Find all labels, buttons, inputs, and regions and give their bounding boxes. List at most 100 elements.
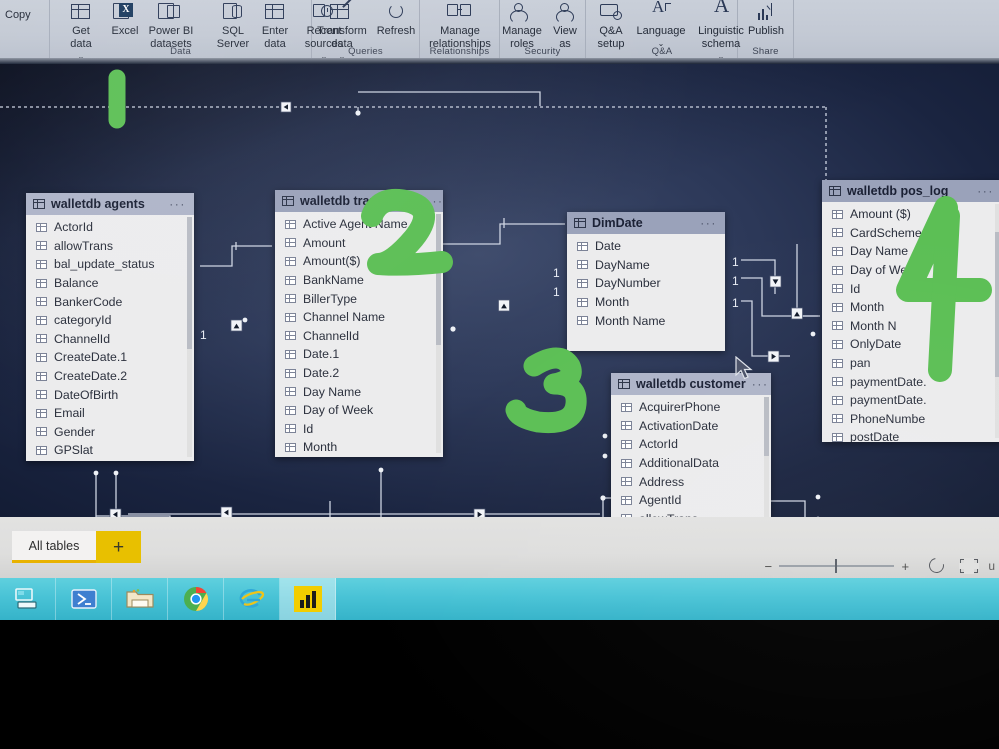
table-header-dimdate[interactable]: DimDate ···	[567, 212, 725, 234]
field-row[interactable]: Day of Week	[275, 401, 443, 420]
field-row[interactable]: allowTrans	[26, 237, 194, 256]
field-row[interactable]: ActorId	[26, 218, 194, 237]
field-label: Amount($)	[303, 254, 361, 269]
field-row[interactable]: DayNumber	[567, 274, 725, 293]
field-row[interactable]: Gender	[26, 423, 194, 442]
field-row[interactable]: BankName	[275, 271, 443, 290]
table-scrollbar[interactable]	[187, 217, 192, 457]
file-explorer-button[interactable]	[112, 578, 168, 620]
field-row[interactable]: categoryId	[26, 311, 194, 330]
field-row[interactable]: paymentDate.	[822, 372, 999, 391]
table-more-menu[interactable]: ···	[977, 184, 994, 198]
field-row[interactable]: Id	[275, 420, 443, 439]
field-row[interactable]: BillerType	[275, 289, 443, 308]
field-label: CreateDate.1	[54, 350, 128, 365]
field-row[interactable]: Email	[26, 404, 194, 423]
reset-zoom-icon[interactable]	[924, 555, 950, 576]
zoom-track[interactable]	[779, 559, 895, 574]
table-card-dimdate[interactable]: DimDate ··· Date DayName DayNumber Month…	[567, 212, 725, 351]
field-row[interactable]: PhoneNumbe	[822, 410, 999, 429]
publish-icon	[753, 3, 779, 23]
field-row[interactable]: Amount($)	[275, 252, 443, 271]
power-bi-button[interactable]	[280, 578, 336, 620]
qa-setup-button[interactable]: Q&A setup	[586, 2, 636, 50]
fit-to-screen-icon[interactable]	[956, 556, 982, 576]
field-row[interactable]: OnlyDate	[822, 335, 999, 354]
field-row[interactable]: paymentDate.	[822, 391, 999, 410]
table-more-menu[interactable]: ···	[169, 197, 186, 211]
field-row[interactable]: Active Agent Name	[275, 215, 443, 234]
field-row[interactable]: AdditionalData	[611, 454, 771, 473]
field-row[interactable]: ActorId	[611, 435, 771, 454]
table-card-agents[interactable]: walletdb agents ··· ActorId allowTrans b…	[26, 193, 194, 461]
field-row[interactable]: ActivationDate	[611, 417, 771, 436]
chrome-button[interactable]	[168, 578, 224, 620]
table-more-menu[interactable]: ···	[427, 194, 443, 208]
windows-start-icon	[14, 588, 37, 609]
field-row[interactable]: Address	[611, 472, 771, 491]
field-row[interactable]: Day of Week	[822, 261, 999, 280]
field-row[interactable]: Month N	[822, 317, 999, 336]
field-row[interactable]: pan	[822, 354, 999, 373]
table-more-menu[interactable]: ···	[700, 216, 717, 230]
field-row[interactable]: CardScheme	[822, 224, 999, 243]
field-row[interactable]: ChannelId	[26, 330, 194, 349]
field-row[interactable]: Channel Name	[275, 308, 443, 327]
zoom-thumb[interactable]	[834, 559, 837, 574]
field-row[interactable]: GPSlat	[26, 441, 194, 460]
field-row[interactable]: ChannelId	[275, 327, 443, 346]
field-row[interactable]: Day Name	[822, 242, 999, 261]
language-label: Language	[636, 25, 686, 37]
field-row[interactable]: DayName	[567, 256, 725, 275]
field-row[interactable]: bal_update_status	[26, 255, 194, 274]
table-header-pos-log[interactable]: walletdb pos_log ···	[822, 180, 999, 202]
field-row[interactable]: postDate	[822, 428, 999, 442]
field-row[interactable]: Month	[822, 298, 999, 317]
internet-explorer-button[interactable]	[224, 578, 280, 620]
model-canvas[interactable]: 1 1 1 1 1 1 1 walletdb agents ··· ActorI…	[0, 64, 999, 517]
start-button[interactable]	[0, 578, 56, 620]
field-label: DayNumber	[595, 276, 661, 291]
field-row[interactable]: Date.2	[275, 364, 443, 383]
powershell-button[interactable]	[56, 578, 112, 620]
field-row[interactable]: Day Name	[275, 382, 443, 401]
table-header-agents[interactable]: walletdb agents ···	[26, 193, 194, 215]
view-as-button[interactable]: View as	[542, 2, 588, 50]
table-scrollbar[interactable]	[436, 214, 441, 453]
field-row[interactable]: Month	[275, 438, 443, 457]
language-button[interactable]: A Language ⌄	[630, 0, 692, 50]
tab-all-tables[interactable]: All tables	[12, 531, 96, 563]
zoom-slider[interactable]: − +	[763, 559, 910, 574]
manage-relationships-button[interactable]: Manage relationships	[410, 2, 510, 50]
table-more-menu[interactable]: ···	[752, 377, 769, 391]
field-row[interactable]: Month	[567, 293, 725, 312]
field-row[interactable]: Id	[822, 279, 999, 298]
field-row[interactable]: BankerCode	[26, 292, 194, 311]
field-row[interactable]: DateOfBirth	[26, 385, 194, 404]
field-row[interactable]: Balance	[26, 274, 194, 293]
zoom-out-button[interactable]: −	[763, 559, 773, 574]
table-scrollbar[interactable]	[995, 204, 999, 438]
copy-button[interactable]: Copy	[0, 6, 44, 22]
manage-roles-button[interactable]: Manage roles	[498, 2, 546, 50]
table-header-customer[interactable]: walletdb customer ···	[611, 373, 771, 395]
field-row[interactable]: allowTrans	[611, 510, 771, 517]
field-row[interactable]: CreateDate.2	[26, 367, 194, 386]
table-card-pos-log[interactable]: walletdb pos_log ··· Amount ($) CardSche…	[822, 180, 999, 442]
table-card-transaction[interactable]: walletdb transaction ··· Active Agent Na…	[275, 190, 443, 457]
field-row[interactable]: Date.1	[275, 345, 443, 364]
field-row[interactable]: AgentId	[611, 491, 771, 510]
field-row[interactable]: AcquirerPhone	[611, 398, 771, 417]
add-tab-button[interactable]: +	[96, 531, 141, 563]
publish-button[interactable]: Publish	[737, 2, 795, 38]
field-row[interactable]: Month Name	[567, 311, 725, 330]
table-card-customer[interactable]: walletdb customer ··· AcquirerPhone Acti…	[611, 373, 771, 517]
powerbi-datasets-button[interactable]: Power BI datasets	[138, 2, 204, 50]
zoom-in-button[interactable]: +	[900, 559, 910, 574]
table-scrollbar[interactable]	[764, 397, 769, 517]
field-row[interactable]: Amount	[275, 234, 443, 253]
field-row[interactable]: Date	[567, 237, 725, 256]
field-row[interactable]: Amount ($)	[822, 205, 999, 224]
field-row[interactable]: CreateDate.1	[26, 348, 194, 367]
table-header-transaction[interactable]: walletdb transaction ···	[275, 190, 443, 212]
